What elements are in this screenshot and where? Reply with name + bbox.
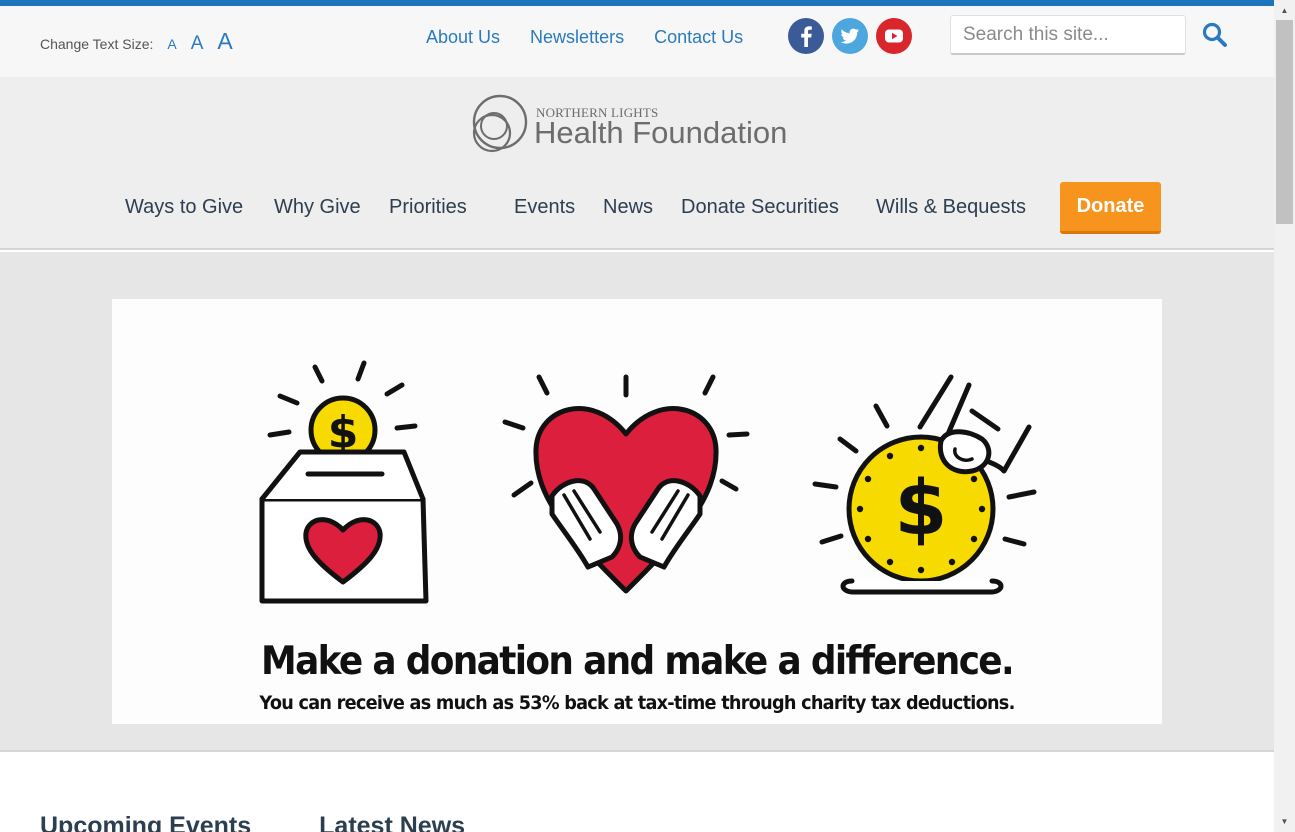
utility-bar: Change Text Size: A A A About Us Newslet… <box>0 6 1274 77</box>
donation-banner[interactable]: $ $ Make a donation and make a differenc… <box>112 299 1162 724</box>
section-headings: Upcoming Events Latest News <box>40 812 465 832</box>
banner-subline: You can receive as much as 53% back at t… <box>259 692 1015 714</box>
scroll-up-arrow-icon[interactable]: ▲ <box>1274 2 1295 19</box>
about-us-link[interactable]: About Us <box>426 27 500 48</box>
scrollbar-thumb[interactable] <box>1276 20 1293 224</box>
main-nav: Ways to Give Why Give Priorities Events … <box>0 182 1274 234</box>
logo-name: Health Foundation <box>534 115 788 150</box>
coin-hand-icon: $ <box>812 374 1037 595</box>
social-links <box>788 18 912 54</box>
search-icon[interactable] <box>1200 20 1230 50</box>
hero-section: $ $ Make a donation and make a differenc… <box>0 252 1274 752</box>
nav-news[interactable]: News <box>603 196 653 219</box>
logo-rings-icon <box>472 94 528 153</box>
text-size-label: Change Text Size: <box>40 36 154 52</box>
text-size-large-button[interactable]: A <box>217 28 232 55</box>
newsletters-link[interactable]: Newsletters <box>530 27 624 48</box>
nav-events[interactable]: Events <box>514 196 575 219</box>
contact-us-link[interactable]: Contact Us <box>654 27 743 48</box>
scroll-down-arrow-icon[interactable]: ▼ <box>1274 813 1295 830</box>
search-input[interactable] <box>950 15 1186 55</box>
text-size-control: Change Text Size: A A A <box>40 28 233 55</box>
upcoming-events-heading: Upcoming Events <box>40 812 252 832</box>
svg-text:$: $ <box>895 463 948 552</box>
youtube-icon[interactable] <box>876 18 912 54</box>
text-size-small-button[interactable]: A <box>167 36 176 52</box>
site-logo[interactable]: NORTHERN LIGHTS Health Foundation <box>470 93 810 157</box>
site-header: NORTHERN LIGHTS Health Foundation Ways t… <box>0 77 1274 250</box>
text-size-medium-button[interactable]: A <box>191 33 204 55</box>
facebook-icon[interactable] <box>788 18 824 54</box>
page-scrollbar[interactable]: ▲ ▼ <box>1274 0 1295 832</box>
nav-donate-securities[interactable]: Donate Securities <box>681 196 839 219</box>
donation-box-icon: $ <box>259 360 429 604</box>
nav-priorities[interactable]: Priorities <box>389 196 467 219</box>
nav-ways-to-give[interactable]: Ways to Give <box>125 196 243 219</box>
donation-illustration: $ $ <box>259 360 1037 604</box>
donate-button[interactable]: Donate <box>1060 182 1161 234</box>
twitter-icon[interactable] <box>832 18 868 54</box>
nav-wills-bequests[interactable]: Wills & Bequests <box>876 196 1026 219</box>
nav-why-give[interactable]: Why Give <box>274 196 361 219</box>
latest-news-heading: Latest News <box>319 812 466 832</box>
banner-headline: Make a donation and make a difference. <box>261 639 1015 684</box>
heart-hands-icon <box>502 374 750 594</box>
utility-nav: About Us Newsletters Contact Us <box>426 27 743 48</box>
